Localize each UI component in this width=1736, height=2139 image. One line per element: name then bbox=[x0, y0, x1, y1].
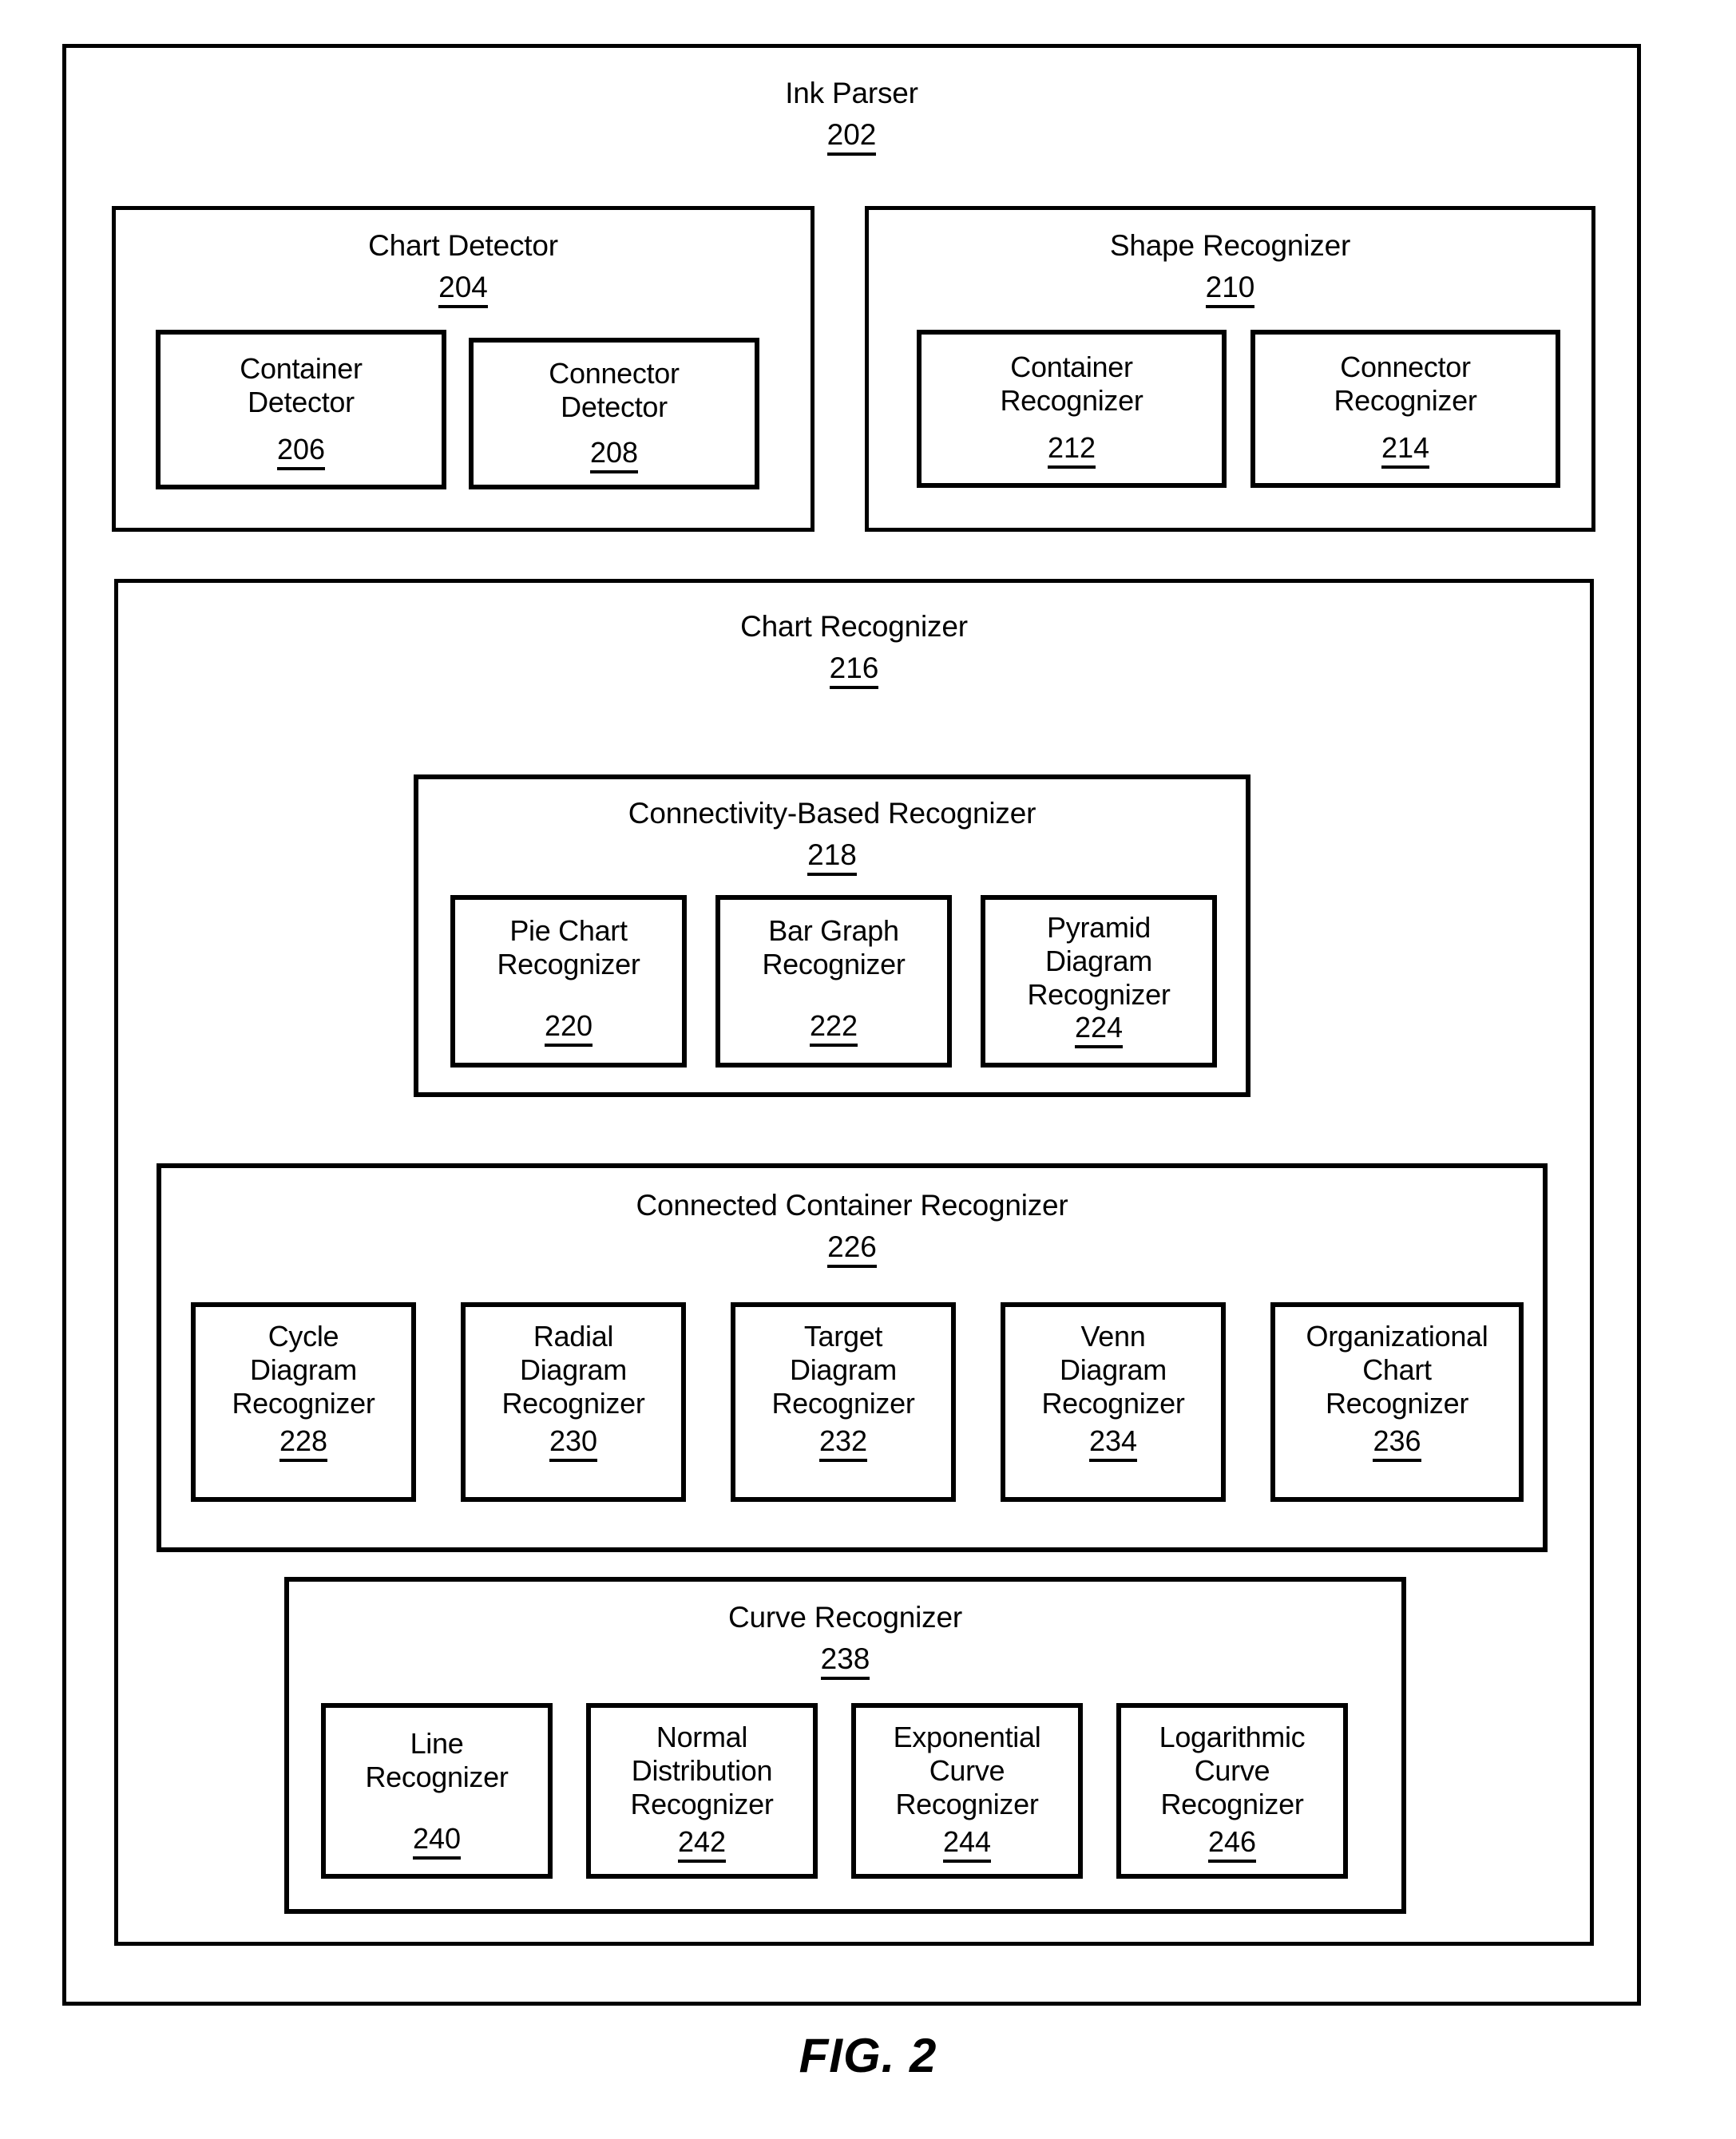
radial-diagram-recognizer-label-line1: Radial bbox=[533, 1320, 614, 1353]
connected-container-title: Connected Container Recognizer bbox=[636, 1189, 1068, 1222]
logarithmic-curve-recognizer-label-line1: Logarithmic bbox=[1159, 1721, 1306, 1753]
pie-chart-recognizer-label-line1: Pie Chart bbox=[509, 914, 628, 947]
bar-graph-recognizer-label-line1: Bar Graph bbox=[768, 914, 899, 947]
container-recognizer-box[interactable]: Container Recognizer 212 bbox=[917, 330, 1227, 488]
venn-diagram-recognizer-ref: 234 bbox=[1005, 1424, 1221, 1462]
normal-distribution-recognizer-label-line1: Normal bbox=[656, 1721, 748, 1753]
connected-container-recognizer-container: Connected Container Recognizer 226 Cycle… bbox=[157, 1163, 1548, 1552]
chart-recognizer-title: Chart Recognizer bbox=[740, 610, 968, 643]
ink-parser-title: Ink Parser bbox=[785, 77, 918, 109]
chart-detector-container: Chart Detector 204 Container Detector 20… bbox=[112, 206, 814, 532]
cycle-diagram-recognizer-label-line2: Diagram bbox=[250, 1353, 357, 1386]
line-recognizer-label-line1: Line bbox=[410, 1727, 464, 1760]
ink-parser-ref: 202 bbox=[66, 118, 1637, 156]
cycle-diagram-recognizer-label-line1: Cycle bbox=[268, 1320, 339, 1353]
radial-diagram-recognizer-label-line3: Recognizer bbox=[501, 1387, 645, 1420]
organizational-chart-recognizer-box[interactable]: Organizational Chart Recognizer 236 bbox=[1270, 1302, 1524, 1502]
bar-graph-recognizer-label-line2: Recognizer bbox=[762, 948, 906, 980]
ink-parser-container: Ink Parser 202 Chart Detector 204 Contai… bbox=[62, 44, 1641, 2006]
target-diagram-recognizer-label-line3: Recognizer bbox=[771, 1387, 915, 1420]
pyramid-diagram-recognizer-label-line1: Pyramid bbox=[1047, 911, 1151, 944]
chart-recognizer-ref: 216 bbox=[118, 652, 1590, 689]
exponential-curve-recognizer-box[interactable]: Exponential Curve Recognizer 244 bbox=[851, 1703, 1083, 1879]
connector-detector-ref: 208 bbox=[474, 436, 755, 473]
pie-chart-recognizer-label-line2: Recognizer bbox=[497, 948, 640, 980]
target-diagram-recognizer-box[interactable]: Target Diagram Recognizer 232 bbox=[731, 1302, 956, 1502]
organizational-chart-recognizer-label-line1: Organizational bbox=[1306, 1320, 1488, 1353]
venn-diagram-recognizer-label-line1: Venn bbox=[1080, 1320, 1146, 1353]
cycle-diagram-recognizer-ref: 228 bbox=[196, 1424, 411, 1462]
connectivity-based-recognizer-container: Connectivity-Based Recognizer 218 Pie Ch… bbox=[414, 774, 1250, 1097]
cycle-diagram-recognizer-box[interactable]: Cycle Diagram Recognizer 228 bbox=[191, 1302, 416, 1502]
organizational-chart-recognizer-label-line2: Chart bbox=[1362, 1353, 1432, 1386]
normal-distribution-recognizer-ref: 242 bbox=[591, 1825, 813, 1863]
connector-detector-label-line2: Detector bbox=[561, 390, 668, 423]
connector-recognizer-box[interactable]: Connector Recognizer 214 bbox=[1250, 330, 1560, 488]
connected-container-ref: 226 bbox=[161, 1230, 1543, 1268]
venn-diagram-recognizer-label-line2: Diagram bbox=[1060, 1353, 1167, 1386]
container-detector-label-line1: Container bbox=[240, 352, 363, 385]
shape-recognizer-title: Shape Recognizer bbox=[1109, 229, 1351, 262]
line-recognizer-box[interactable]: Line Recognizer 240 bbox=[321, 1703, 553, 1879]
container-detector-label-line2: Detector bbox=[248, 386, 355, 418]
exponential-curve-recognizer-ref: 244 bbox=[856, 1825, 1078, 1863]
bar-graph-recognizer-box[interactable]: Bar Graph Recognizer 222 bbox=[715, 895, 952, 1068]
chart-recognizer-container: Chart Recognizer 216 Connectivity-Based … bbox=[114, 579, 1594, 1946]
connectivity-based-ref: 218 bbox=[418, 838, 1246, 876]
venn-diagram-recognizer-label-line3: Recognizer bbox=[1041, 1387, 1185, 1420]
cycle-diagram-recognizer-label-line3: Recognizer bbox=[232, 1387, 375, 1420]
organizational-chart-recognizer-label-line3: Recognizer bbox=[1325, 1387, 1469, 1420]
curve-recognizer-container: Curve Recognizer 238 Line Recognizer 240… bbox=[284, 1577, 1406, 1914]
logarithmic-curve-recognizer-box[interactable]: Logarithmic Curve Recognizer 246 bbox=[1116, 1703, 1348, 1879]
radial-diagram-recognizer-box[interactable]: Radial Diagram Recognizer 230 bbox=[461, 1302, 686, 1502]
exponential-curve-recognizer-label-line2: Curve bbox=[929, 1754, 1005, 1787]
logarithmic-curve-recognizer-ref: 246 bbox=[1121, 1825, 1343, 1863]
connector-recognizer-ref: 214 bbox=[1255, 431, 1556, 469]
chart-detector-ref: 204 bbox=[116, 271, 811, 308]
container-recognizer-label-line2: Recognizer bbox=[1000, 384, 1143, 417]
line-recognizer-ref: 240 bbox=[326, 1822, 548, 1860]
curve-recognizer-ref: 238 bbox=[289, 1642, 1401, 1680]
radial-diagram-recognizer-label-line2: Diagram bbox=[520, 1353, 627, 1386]
organizational-chart-recognizer-ref: 236 bbox=[1275, 1424, 1519, 1462]
figure-caption: FIG. 2 bbox=[799, 2029, 937, 2082]
target-diagram-recognizer-ref: 232 bbox=[735, 1424, 951, 1462]
logarithmic-curve-recognizer-label-line3: Recognizer bbox=[1160, 1788, 1304, 1820]
pyramid-diagram-recognizer-ref: 224 bbox=[985, 1011, 1212, 1048]
pyramid-diagram-recognizer-label-line3: Recognizer bbox=[1027, 978, 1171, 1011]
figure-canvas: Ink Parser 202 Chart Detector 204 Contai… bbox=[0, 0, 1736, 2139]
normal-distribution-recognizer-box[interactable]: Normal Distribution Recognizer 242 bbox=[586, 1703, 818, 1879]
container-detector-box[interactable]: Container Detector 206 bbox=[156, 330, 446, 489]
venn-diagram-recognizer-box[interactable]: Venn Diagram Recognizer 234 bbox=[1001, 1302, 1226, 1502]
container-detector-ref: 206 bbox=[161, 433, 442, 470]
pie-chart-recognizer-box[interactable]: Pie Chart Recognizer 220 bbox=[450, 895, 687, 1068]
exponential-curve-recognizer-label-line1: Exponential bbox=[893, 1721, 1041, 1753]
logarithmic-curve-recognizer-label-line2: Curve bbox=[1194, 1754, 1270, 1787]
pyramid-diagram-recognizer-box[interactable]: Pyramid Diagram Recognizer 224 bbox=[981, 895, 1217, 1068]
container-recognizer-label-line1: Container bbox=[1010, 351, 1133, 383]
container-recognizer-ref: 212 bbox=[922, 431, 1222, 469]
normal-distribution-recognizer-label-line3: Recognizer bbox=[630, 1788, 774, 1820]
line-recognizer-label-line2: Recognizer bbox=[365, 1761, 509, 1793]
connector-recognizer-label-line2: Recognizer bbox=[1334, 384, 1477, 417]
shape-recognizer-container: Shape Recognizer 210 Container Recognize… bbox=[865, 206, 1595, 532]
radial-diagram-recognizer-ref: 230 bbox=[466, 1424, 681, 1462]
target-diagram-recognizer-label-line1: Target bbox=[803, 1320, 883, 1353]
connector-detector-label-line1: Connector bbox=[549, 357, 680, 390]
shape-recognizer-ref: 210 bbox=[869, 271, 1591, 308]
normal-distribution-recognizer-label-line2: Distribution bbox=[631, 1754, 773, 1787]
pie-chart-recognizer-ref: 220 bbox=[455, 1009, 682, 1047]
curve-recognizer-title: Curve Recognizer bbox=[728, 1601, 962, 1634]
chart-detector-title: Chart Detector bbox=[368, 229, 558, 262]
connector-recognizer-label-line1: Connector bbox=[1340, 351, 1471, 383]
target-diagram-recognizer-label-line2: Diagram bbox=[790, 1353, 897, 1386]
bar-graph-recognizer-ref: 222 bbox=[720, 1009, 947, 1047]
connector-detector-box[interactable]: Connector Detector 208 bbox=[469, 338, 759, 489]
exponential-curve-recognizer-label-line3: Recognizer bbox=[895, 1788, 1039, 1820]
connectivity-based-title: Connectivity-Based Recognizer bbox=[628, 797, 1036, 830]
pyramid-diagram-recognizer-label-line2: Diagram bbox=[1045, 945, 1152, 977]
